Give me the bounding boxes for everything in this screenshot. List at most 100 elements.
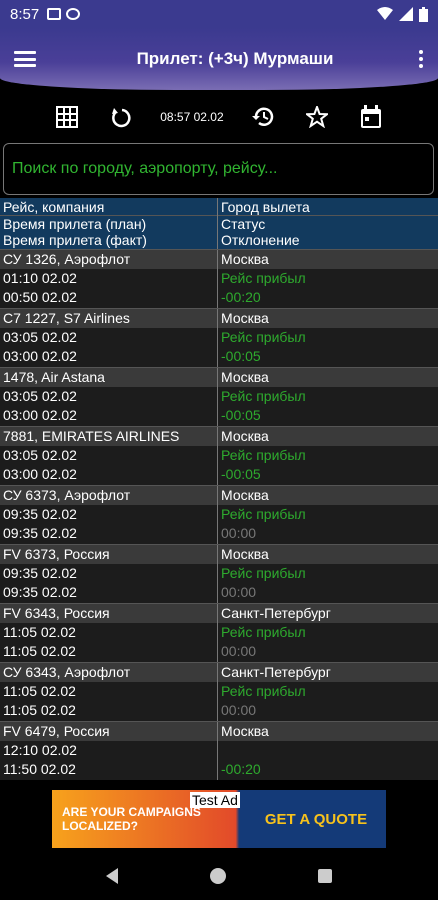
flight-row-header[interactable]: СУ 1326, Аэрофлот Москва <box>0 249 438 269</box>
departure-city: Москва <box>221 546 269 562</box>
deviation: 00:00 <box>221 702 257 718</box>
refresh-icon <box>112 108 131 128</box>
departure-city: Москва <box>221 487 269 503</box>
header-flight-company: Рейс, компания <box>3 199 105 215</box>
planned-arrival: 11:05 02.02 <box>3 683 76 699</box>
flight-number: 7881, EMIRATES AIRLINES <box>0 427 218 446</box>
flight-row-header[interactable]: FV 6373, Россия Москва <box>0 544 438 564</box>
flight-row-details[interactable]: 03:05 02.02 03:00 02.02 Рейс прибыл -00:05 <box>0 387 438 426</box>
system-nav-bar <box>0 852 438 900</box>
header-deviation: Отклонение <box>221 232 300 248</box>
flight-status: Рейс прибыл <box>221 683 306 699</box>
ad-left-text: ARE YOUR CAMPAIGNS LOCALIZED? <box>62 805 201 833</box>
flight-row-header[interactable]: FV 6479, Россия Москва <box>0 721 438 741</box>
search-input[interactable] <box>10 159 433 179</box>
deviation: 00:00 <box>221 643 257 659</box>
actual-arrival: 03:00 02.02 <box>3 466 77 482</box>
flight-row-header[interactable]: FV 6343, Россия Санкт-Петербург <box>0 603 438 623</box>
flight-number: СУ 6373, Аэрофлот <box>0 486 218 505</box>
back-icon[interactable] <box>106 868 118 884</box>
planned-arrival: 01:10 02.02 <box>3 270 77 286</box>
planned-arrival: 03:05 02.02 <box>3 447 77 463</box>
actual-arrival: 03:00 02.02 <box>3 407 77 423</box>
departure-city: Москва <box>221 723 269 739</box>
status-bar: 8:57 <box>0 0 438 28</box>
flight-row-header[interactable]: С7 1227, S7 Airlines Москва <box>0 308 438 328</box>
flight-row-header[interactable]: СУ 6343, Аэрофлот Санкт-Петербург <box>0 662 438 682</box>
grid-view-button[interactable] <box>52 102 82 132</box>
actual-arrival: 11:05 02.02 <box>3 702 76 718</box>
ad-cta-text[interactable]: GET A QUOTE <box>256 811 376 828</box>
flight-row-header[interactable]: 1478, Air Astana Москва <box>0 367 438 387</box>
page-title: Прилет: (+3ч) Мурмаши <box>136 49 334 68</box>
deviation: -00:20 <box>221 761 261 777</box>
flight-status: Рейс прибыл <box>221 565 306 581</box>
departure-city: Санкт-Петербург <box>221 664 331 680</box>
history-button[interactable] <box>248 102 278 132</box>
flight-status: Рейс прибыл <box>221 447 306 463</box>
flight-number: С7 1227, S7 Airlines <box>0 309 218 328</box>
deviation: -00:20 <box>221 289 261 305</box>
flight-number: СУ 6343, Аэрофлот <box>0 663 218 682</box>
flight-row-details[interactable]: 12:10 02.02 11:50 02.02 -00:20 <box>0 741 438 780</box>
deviation: -00:05 <box>221 466 261 482</box>
toolbar: 08:57 02.02 <box>0 96 438 138</box>
actual-arrival: 09:35 02.02 <box>3 584 77 600</box>
flight-status <box>221 741 435 760</box>
status-time: 8:57 <box>10 5 40 23</box>
ad-banner[interactable]: Test Ad ARE YOUR CAMPAIGNS LOCALIZED? GE… <box>52 790 386 848</box>
header-departure-city: Город вылета <box>221 199 310 215</box>
header-actual-arrival: Время прилета (факт) <box>3 232 147 248</box>
refresh-button[interactable] <box>106 102 136 132</box>
recents-icon[interactable] <box>318 869 332 883</box>
star-icon <box>305 106 328 128</box>
flight-row-details[interactable]: 11:05 02.02 11:05 02.02 Рейс прибыл 00:00 <box>0 623 438 662</box>
battery-icon <box>419 6 428 22</box>
favorites-button[interactable] <box>302 102 332 132</box>
flight-row-details[interactable]: 09:35 02.02 09:35 02.02 Рейс прибыл 00:00 <box>0 505 438 544</box>
history-icon <box>251 107 273 126</box>
flight-number: 1478, Air Astana <box>0 368 218 387</box>
gallery-icon <box>47 8 62 20</box>
planned-arrival: 09:35 02.02 <box>3 506 77 522</box>
actual-arrival: 03:00 02.02 <box>3 348 77 364</box>
flight-status: Рейс прибыл <box>221 270 306 286</box>
flight-status: Рейс прибыл <box>221 329 306 345</box>
calendar-button[interactable] <box>356 102 386 132</box>
actual-arrival: 11:05 02.02 <box>3 643 76 659</box>
app-bar: Прилет: (+3ч) Мурмаши <box>0 28 438 90</box>
ad-label: Test Ad <box>190 792 240 808</box>
flight-row-details[interactable]: 11:05 02.02 11:05 02.02 Рейс прибыл 00:00 <box>0 682 438 721</box>
flight-status: Рейс прибыл <box>221 506 306 522</box>
current-datetime: 08:57 02.02 <box>160 110 224 124</box>
flights-table: Рейс, компания Время прилета (план) Врем… <box>0 198 438 780</box>
wifi-icon <box>377 7 393 20</box>
grid-icon <box>56 106 79 128</box>
sync-icon <box>66 8 81 20</box>
deviation: 00:00 <box>221 584 257 600</box>
actual-arrival: 09:35 02.02 <box>3 525 77 541</box>
flight-row-details[interactable]: 01:10 02.02 00:50 02.02 Рейс прибыл -00:20 <box>0 269 438 308</box>
menu-icon[interactable] <box>14 51 36 67</box>
planned-arrival: 03:05 02.02 <box>3 329 77 345</box>
calendar-icon <box>360 105 381 128</box>
departure-city: Москва <box>221 428 269 444</box>
flight-row-details[interactable]: 09:35 02.02 09:35 02.02 Рейс прибыл 00:00 <box>0 564 438 603</box>
planned-arrival: 11:05 02.02 <box>3 624 76 640</box>
deviation: 00:00 <box>221 525 257 541</box>
flight-row-header[interactable]: СУ 6373, Аэрофлот Москва <box>0 485 438 505</box>
search-box[interactable] <box>3 143 434 195</box>
departure-city: Москва <box>221 369 269 385</box>
flight-row-details[interactable]: 03:05 02.02 03:00 02.02 Рейс прибыл -00:05 <box>0 328 438 367</box>
flight-number: FV 6373, Россия <box>0 545 218 564</box>
flight-status: Рейс прибыл <box>221 624 306 640</box>
home-icon[interactable] <box>210 868 226 884</box>
signal-icon <box>399 7 413 21</box>
actual-arrival: 11:50 02.02 <box>3 761 76 777</box>
flight-row-details[interactable]: 03:05 02.02 03:00 02.02 Рейс прибыл -00:05 <box>0 446 438 485</box>
table-header: Рейс, компания Время прилета (план) Врем… <box>0 198 438 249</box>
more-options-icon[interactable] <box>418 50 424 68</box>
planned-arrival: 09:35 02.02 <box>3 565 77 581</box>
flight-row-header[interactable]: 7881, EMIRATES AIRLINES Москва <box>0 426 438 446</box>
planned-arrival: 12:10 02.02 <box>3 742 77 758</box>
